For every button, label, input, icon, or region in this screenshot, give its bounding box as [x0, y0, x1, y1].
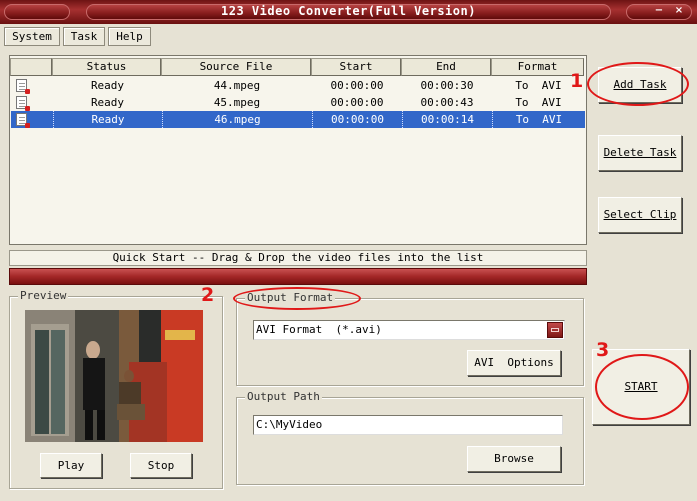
title-bar[interactable]: 123 Video Converter(Full Version) − × — [0, 0, 697, 24]
cell-status: Ready — [90, 79, 125, 92]
add-task-button[interactable]: Add Task — [598, 67, 682, 103]
output-path-label: Output Path — [245, 390, 322, 403]
menu-help[interactable]: Help — [108, 27, 151, 46]
select-clip-button[interactable]: Select Clip — [598, 197, 682, 233]
avi-options-button[interactable]: AVI Options — [467, 350, 561, 376]
column-header-status[interactable]: Status — [52, 58, 161, 76]
stop-button[interactable]: Stop — [130, 453, 192, 478]
video-file-icon — [16, 96, 30, 111]
preview-frame-image — [25, 310, 203, 442]
preview-video[interactable] — [25, 310, 203, 442]
browse-button[interactable]: Browse — [467, 446, 561, 472]
cell-status: Ready — [53, 111, 162, 128]
task-list[interactable]: Status Source File Start End Format Read… — [9, 55, 587, 245]
table-row[interactable]: Ready 44.mpeg 00:00:00 00:00:30 To AVI — [11, 77, 585, 94]
output-path-input[interactable]: C:\MyVideo — [253, 415, 563, 435]
cell-format: To AVI — [515, 96, 562, 109]
column-header-end[interactable]: End — [401, 58, 491, 76]
output-format-label: Output Format — [245, 291, 336, 304]
cell-start: 00:00:00 — [330, 96, 384, 109]
cell-source-file: 46.mpeg — [162, 111, 312, 128]
cell-start: 00:00:00 — [330, 79, 384, 92]
output-format-select[interactable]: AVI Format (*.avi) — [253, 320, 565, 340]
cell-start: 00:00:00 — [312, 111, 402, 128]
cell-format: To AVI — [492, 111, 585, 128]
preview-label: Preview — [18, 289, 69, 302]
delete-task-button[interactable]: Delete Task — [598, 135, 682, 171]
video-file-icon — [16, 79, 30, 94]
dropdown-arrow-icon[interactable] — [547, 322, 563, 338]
cell-source-file: 44.mpeg — [213, 79, 261, 92]
cell-end: 00:00:14 — [402, 111, 492, 128]
cell-source-file: 45.mpeg — [213, 96, 261, 109]
annotation-number-1: 1 — [570, 70, 584, 92]
minimize-button[interactable]: − — [652, 4, 666, 18]
window-title: 123 Video Converter(Full Version) — [221, 4, 476, 18]
annotation-number-3: 3 — [596, 339, 610, 361]
cell-status: Ready — [90, 96, 125, 109]
annotation-number-2: 2 — [201, 284, 215, 306]
column-header-start[interactable]: Start — [311, 58, 401, 76]
column-header-source-file[interactable]: Source File — [161, 58, 311, 76]
quick-start-hint: Quick Start -- Drag & Drop the video fil… — [9, 250, 587, 266]
cell-end: 00:00:30 — [420, 79, 474, 92]
table-row-selected[interactable]: Ready 46.mpeg 00:00:00 00:00:14 To AVI — [11, 111, 585, 128]
menu-system[interactable]: System — [4, 27, 60, 46]
table-row[interactable]: Ready 45.mpeg 00:00:00 00:00:43 To AVI — [11, 94, 585, 111]
column-header-icon[interactable] — [10, 58, 52, 76]
play-button[interactable]: Play — [40, 453, 102, 478]
close-button[interactable]: × — [672, 4, 686, 18]
video-file-icon — [16, 113, 30, 128]
cell-end: 00:00:43 — [420, 96, 474, 109]
menu-task[interactable]: Task — [63, 27, 105, 46]
progress-bar — [9, 268, 587, 285]
